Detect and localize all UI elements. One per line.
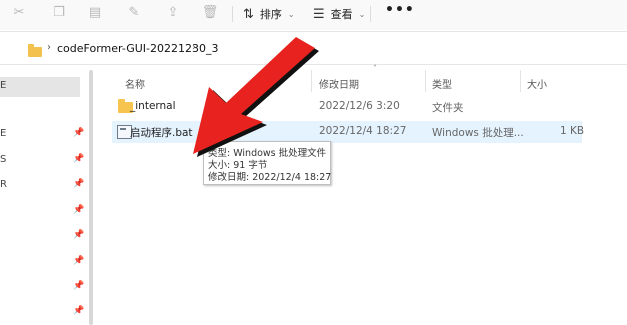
navigation-pane: E E 📌 S 📌 R 📌 📌 📌 📌 📌 📌 (0, 66, 96, 325)
column-divider[interactable] (520, 70, 521, 92)
file-name: _internal (130, 100, 176, 112)
pin-icon: 📌 (73, 179, 85, 189)
column-divider[interactable] (425, 70, 426, 92)
pin-icon: 📌 (73, 306, 85, 316)
toolbar-divider (0, 31, 627, 32)
toolbar-separator (232, 6, 233, 22)
command-bar: ✂ ❐ ▤ ✎ ⇪ 🗑 ⇅ 排序 ⌄ ☰ 查看 ⌄ ••• (0, 0, 627, 30)
view-label: 查看 (330, 8, 353, 21)
pin-icon: 📌 (73, 154, 85, 164)
pin-icon: 📌 (73, 205, 85, 215)
nav-item-label[interactable]: R (0, 179, 7, 190)
column-divider[interactable] (311, 70, 312, 92)
pin-icon: 📌 (73, 230, 85, 240)
share-icon[interactable]: ⇪ (164, 4, 182, 22)
column-header-size[interactable]: 大小 (527, 76, 547, 91)
more-options-button[interactable]: ••• (385, 2, 415, 18)
column-header-type[interactable]: 类型 (432, 76, 452, 91)
nav-item-label[interactable]: S (0, 154, 6, 165)
chevron-down-icon: ⌄ (358, 9, 366, 19)
list-item[interactable]: _internal 2022/12/6 3:20 文件夹 (112, 96, 582, 118)
pin-icon: 📌 (73, 128, 85, 138)
breadcrumb[interactable]: › codeFormer-GUI-20221230_3 › (0, 36, 627, 62)
sort-indicator-icon: ˄ (373, 64, 377, 73)
paste-icon[interactable]: ▤ (86, 4, 104, 22)
file-type: Windows 批处理... (432, 127, 524, 139)
sort-label: 排序 (259, 8, 282, 21)
file-info-tooltip: 类型: Windows 批处理文件 大小: 91 字节 修改日期: 2022/1… (203, 141, 331, 185)
address-divider (0, 64, 627, 65)
rename-icon[interactable]: ✎ (125, 4, 143, 22)
pin-icon: 📌 (73, 256, 85, 266)
file-size: 1 KB (560, 125, 585, 137)
tooltip-modified: 修改日期: 2022/12/4 18:27 (208, 172, 332, 183)
list-item[interactable]: 启动程序.bat 2022/12/4 18:27 Windows 批处理... … (112, 121, 585, 143)
nav-item-label: E (0, 80, 7, 91)
sort-button[interactable]: ⇅ 排序 ⌄ (243, 4, 295, 24)
file-type: 文件夹 (432, 102, 464, 114)
view-button[interactable]: ☰ 查看 ⌄ (313, 4, 365, 24)
nav-item-label[interactable]: E (0, 128, 6, 139)
delete-icon[interactable]: 🗑 (201, 4, 219, 22)
pin-icon: 📌 (73, 281, 85, 291)
file-modified: 2022/12/4 18:27 (319, 125, 407, 137)
view-icon: ☰ (313, 6, 325, 22)
nav-selected-item[interactable] (0, 77, 80, 97)
column-header-name[interactable]: 名称 (125, 76, 145, 91)
column-header-modified[interactable]: 修改日期 (319, 76, 359, 91)
toolbar-separator (370, 6, 371, 22)
folder-icon (28, 44, 42, 57)
cut-icon[interactable]: ✂ (10, 4, 28, 22)
chevron-down-icon: ⌄ (287, 9, 295, 19)
file-modified: 2022/12/6 3:20 (319, 100, 400, 112)
chevron-right-icon[interactable]: › (192, 42, 196, 53)
file-name: 启动程序.bat (130, 127, 193, 139)
copy-icon[interactable]: ❐ (50, 4, 68, 22)
mouse-cursor-icon (205, 127, 215, 142)
chevron-right-icon: › (47, 42, 51, 53)
nav-scrollbar[interactable] (89, 70, 93, 325)
sort-icon: ⇅ (243, 6, 254, 22)
